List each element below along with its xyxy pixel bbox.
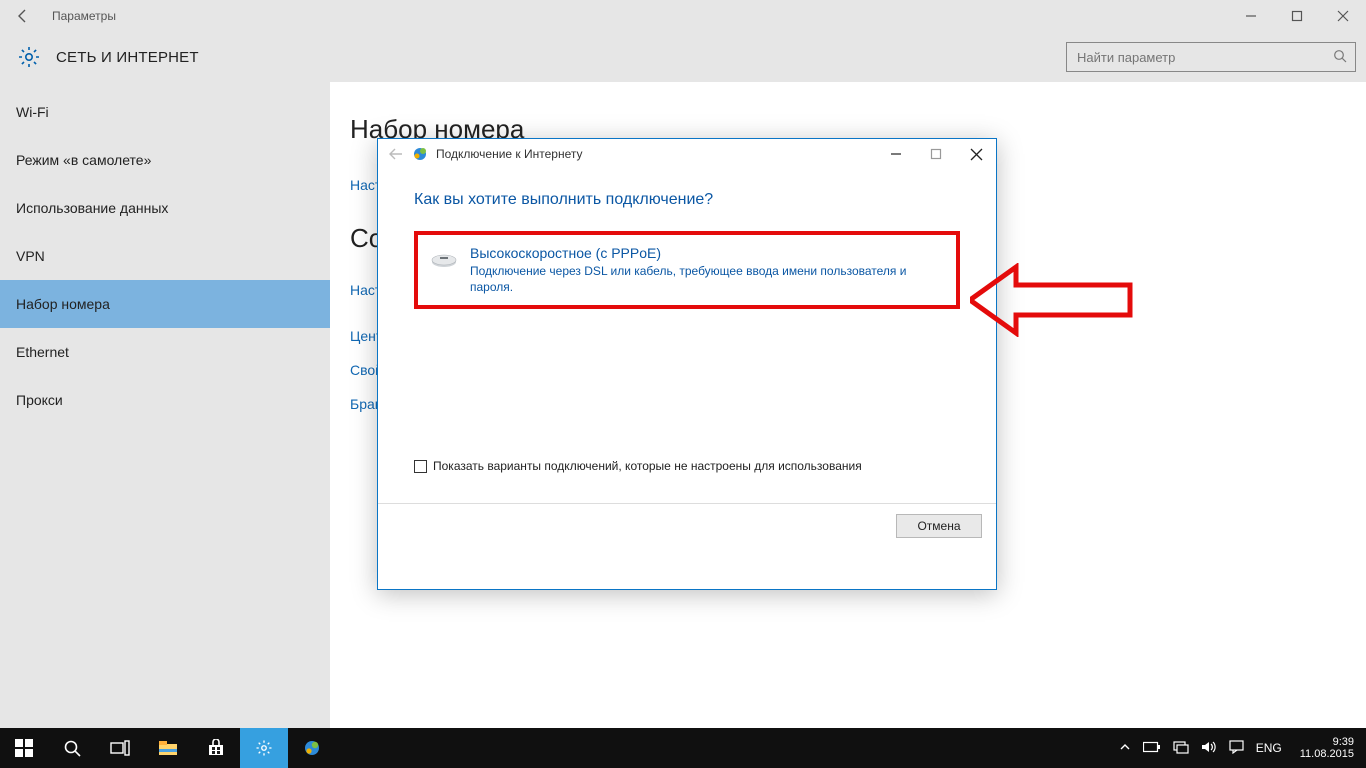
settings-header: СЕТЬ И ИНТЕРНЕТ (0, 32, 1366, 82)
sidebar-item-datausage[interactable]: Использование данных (0, 184, 330, 232)
sidebar-item-vpn[interactable]: VPN (0, 232, 330, 280)
sidebar-item-label: Прокси (16, 392, 63, 408)
minimize-button[interactable] (1228, 0, 1274, 32)
sidebar-item-label: Режим «в самолете» (16, 152, 151, 168)
dialog-heading: Как вы хотите выполнить подключение? (414, 191, 960, 209)
sidebar-item-label: VPN (16, 248, 45, 264)
maximize-button[interactable] (1274, 0, 1320, 32)
system-tray: ENG 9:39 11.08.2015 (1119, 728, 1366, 768)
tray-chevron-up-icon[interactable] (1119, 741, 1131, 756)
sidebar-item-dialup[interactable]: Набор номера (0, 280, 330, 328)
close-button[interactable] (1320, 0, 1366, 32)
show-unconfigured-checkbox[interactable]: Показать варианты подключений, которые н… (414, 459, 960, 473)
dialog-back-button[interactable] (384, 142, 408, 166)
sidebar-item-label: Набор номера (16, 296, 110, 312)
search-icon (1333, 49, 1347, 66)
sidebar-item-label: Ethernet (16, 344, 69, 360)
search-input[interactable] (1075, 49, 1333, 66)
taskbar-taskview[interactable] (96, 728, 144, 768)
dialog-minimize-button[interactable] (876, 139, 916, 169)
taskbar-clock[interactable]: 9:39 11.08.2015 (1294, 736, 1360, 760)
dialog-close-button[interactable] (956, 139, 996, 169)
taskbar-explorer[interactable] (144, 728, 192, 768)
connect-internet-dialog: Подключение к Интернету Как вы хотите вы… (377, 138, 997, 590)
sidebar-item-proxy[interactable]: Прокси (0, 376, 330, 424)
taskbar: ENG 9:39 11.08.2015 (0, 728, 1366, 768)
sidebar-item-ethernet[interactable]: Ethernet (0, 328, 330, 376)
option-pppoe[interactable]: Высокоскоростное (с PPPoE) Подключение ч… (414, 231, 960, 309)
settings-titlebar: Параметры (0, 0, 1366, 32)
clock-date: 11.08.2015 (1300, 748, 1354, 760)
window-title: Параметры (52, 9, 116, 23)
search-box[interactable] (1066, 42, 1356, 72)
dialog-maximize-button[interactable] (916, 139, 956, 169)
action-center-icon[interactable] (1229, 740, 1244, 757)
sidebar-item-label: Использование данных (16, 200, 168, 216)
back-button[interactable] (0, 0, 46, 32)
dialog-titlebar: Подключение к Интернету (378, 139, 996, 169)
taskbar-search[interactable] (48, 728, 96, 768)
annotation-arrow (970, 263, 1140, 337)
modem-icon (428, 248, 460, 270)
volume-icon[interactable] (1201, 740, 1217, 757)
language-indicator[interactable]: ENG (1256, 741, 1282, 755)
option-title: Высокоскоростное (с PPPoE) (470, 245, 910, 261)
battery-icon[interactable] (1143, 741, 1161, 756)
network-icon[interactable] (1173, 740, 1189, 757)
option-description: Подключение через DSL или кабель, требую… (470, 263, 910, 295)
checkbox-label: Показать варианты подключений, которые н… (433, 459, 862, 473)
taskbar-store[interactable] (192, 728, 240, 768)
taskbar-connect-wizard[interactable] (288, 728, 336, 768)
taskbar-settings[interactable] (240, 728, 288, 768)
sidebar-item-label: Wi-Fi (16, 104, 49, 120)
sidebar-item-wifi[interactable]: Wi-Fi (0, 88, 330, 136)
start-button[interactable] (0, 728, 48, 768)
cancel-button[interactable]: Отмена (896, 514, 982, 538)
dialog-title: Подключение к Интернету (436, 147, 583, 161)
sidebar-item-airplane[interactable]: Режим «в самолете» (0, 136, 330, 184)
checkbox-box-icon (414, 460, 427, 473)
globe-icon (412, 146, 428, 162)
page-title: СЕТЬ И ИНТЕРНЕТ (56, 49, 199, 66)
clock-time: 9:39 (1300, 736, 1354, 748)
gear-icon (16, 44, 42, 70)
sidebar: Wi-Fi Режим «в самолете» Использование д… (0, 82, 330, 728)
